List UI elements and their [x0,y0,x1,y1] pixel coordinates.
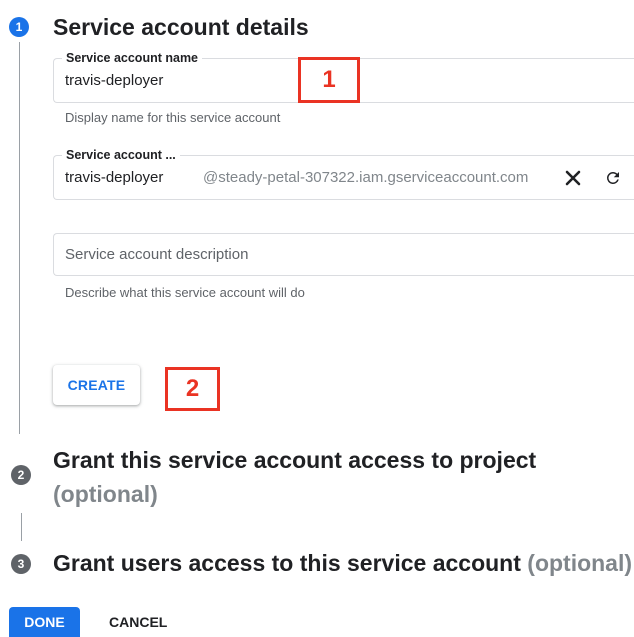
annotation-box-1: 1 [298,57,360,103]
step-2-number: 2 [11,465,31,485]
step-3-title-row: Grant users access to this service accou… [53,549,632,577]
service-account-name-hint: Display name for this service account [65,110,281,125]
annotation-box-2: 2 [165,367,220,411]
step-3-number: 3 [11,554,31,574]
step-2-title: Grant this service account access to pro… [53,447,537,473]
step-3-title: Grant users access to this service accou… [53,550,521,576]
service-account-name-label: Service account name [62,50,203,66]
step-connector-2 [21,513,22,541]
step-1-title: Service account details [53,14,309,40]
close-icon[interactable] [561,166,585,190]
step-1-number: 1 [9,17,29,37]
create-button[interactable]: CREATE [53,365,140,405]
service-account-description-field[interactable]: Service account description [53,233,634,276]
done-button[interactable]: DONE [9,607,80,637]
service-account-description-hint: Describe what this service account will … [65,285,305,300]
service-account-description-placeholder[interactable]: Service account description [65,246,248,263]
service-account-id-label: Service account ... [62,147,180,163]
service-account-id-value[interactable]: travis-deployer [65,169,163,186]
service-account-name-value[interactable]: travis-deployer [65,72,163,89]
step-2-optional: (optional) [53,481,158,507]
step-connector-1 [19,42,20,434]
refresh-icon[interactable] [601,166,625,190]
cancel-button[interactable]: CANCEL [109,611,167,633]
step-3-optional: (optional) [527,550,633,576]
service-account-id-suffix: @steady-petal-307322.iam.gserviceaccount… [203,169,529,186]
service-account-id-field[interactable]: Service account ... travis-deployer @ste… [53,147,634,200]
